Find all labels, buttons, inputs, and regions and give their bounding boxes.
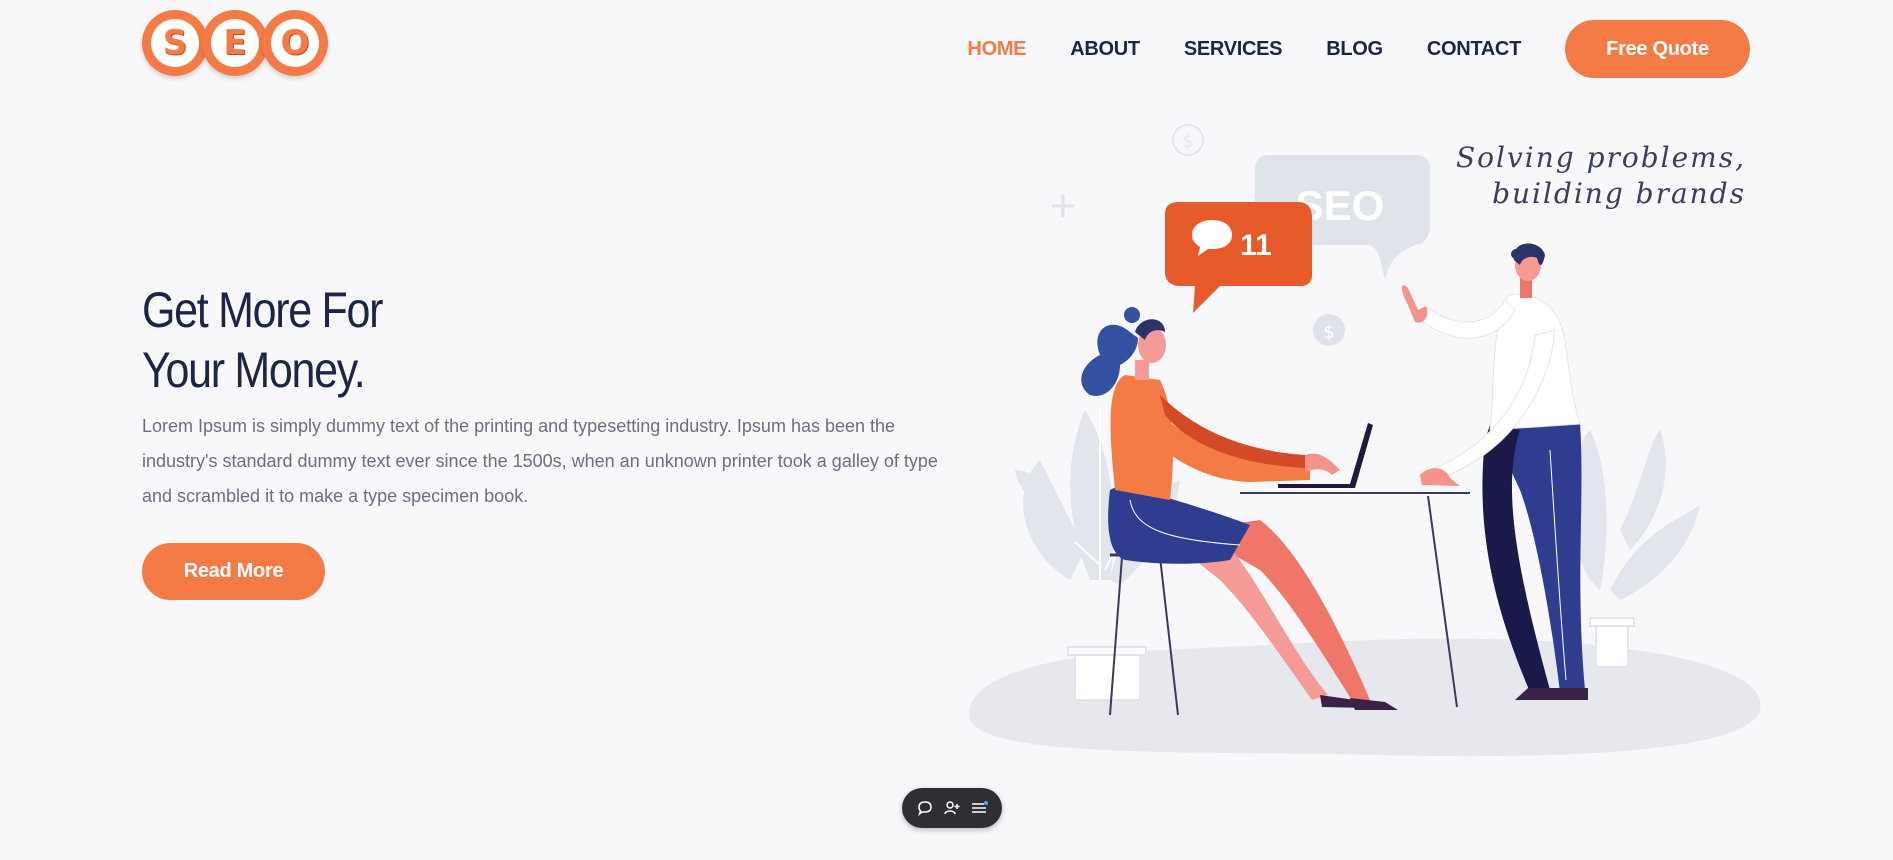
logo-circle-e: E (202, 10, 268, 76)
logo-letter: E (211, 19, 259, 67)
svg-text:$: $ (1323, 322, 1334, 343)
logo-circle-o: O (262, 10, 328, 76)
main-nav: HOME ABOUT SERVICES BLOG CONTACT Free Qu… (967, 20, 1750, 78)
nav-about[interactable]: ABOUT (1070, 38, 1140, 61)
svg-text:11: 11 (1240, 229, 1272, 262)
logo-letter: S (151, 19, 199, 67)
nav-blog[interactable]: BLOG (1326, 38, 1383, 61)
nav-contact[interactable]: CONTACT (1427, 38, 1521, 61)
man-figure (1402, 243, 1588, 700)
hero-illustration: $ $ SEO 11 (969, 124, 1761, 757)
logo[interactable]: S E O (142, 10, 328, 76)
free-quote-button[interactable]: Free Quote (1565, 20, 1750, 78)
notification-bubble: 11 (1165, 202, 1312, 313)
read-more-button[interactable]: Read More (142, 543, 325, 600)
hero-title-line1: Get More For (142, 282, 383, 338)
comment-icon[interactable] (915, 798, 935, 818)
hero-title: Get More For Your Money. (142, 280, 658, 400)
logo-circle-s: S (142, 10, 208, 76)
nav-services[interactable]: SERVICES (1184, 38, 1283, 61)
dollar-icon: $ (1172, 124, 1204, 156)
floating-toolbar (902, 788, 1002, 828)
svg-text:$: $ (1182, 131, 1193, 152)
plus-icon (1052, 195, 1074, 217)
nav-home[interactable]: HOME (967, 38, 1026, 61)
hero-description: Lorem Ipsum is simply dummy text of the … (142, 416, 938, 506)
hero-title-line2: Your Money. (142, 342, 366, 398)
menu-icon[interactable] (969, 798, 989, 818)
add-user-icon[interactable] (942, 798, 962, 818)
plant-right-icon (1571, 430, 1700, 668)
logo-letter: O (271, 19, 319, 67)
dollar-icon: $ (1313, 314, 1345, 346)
